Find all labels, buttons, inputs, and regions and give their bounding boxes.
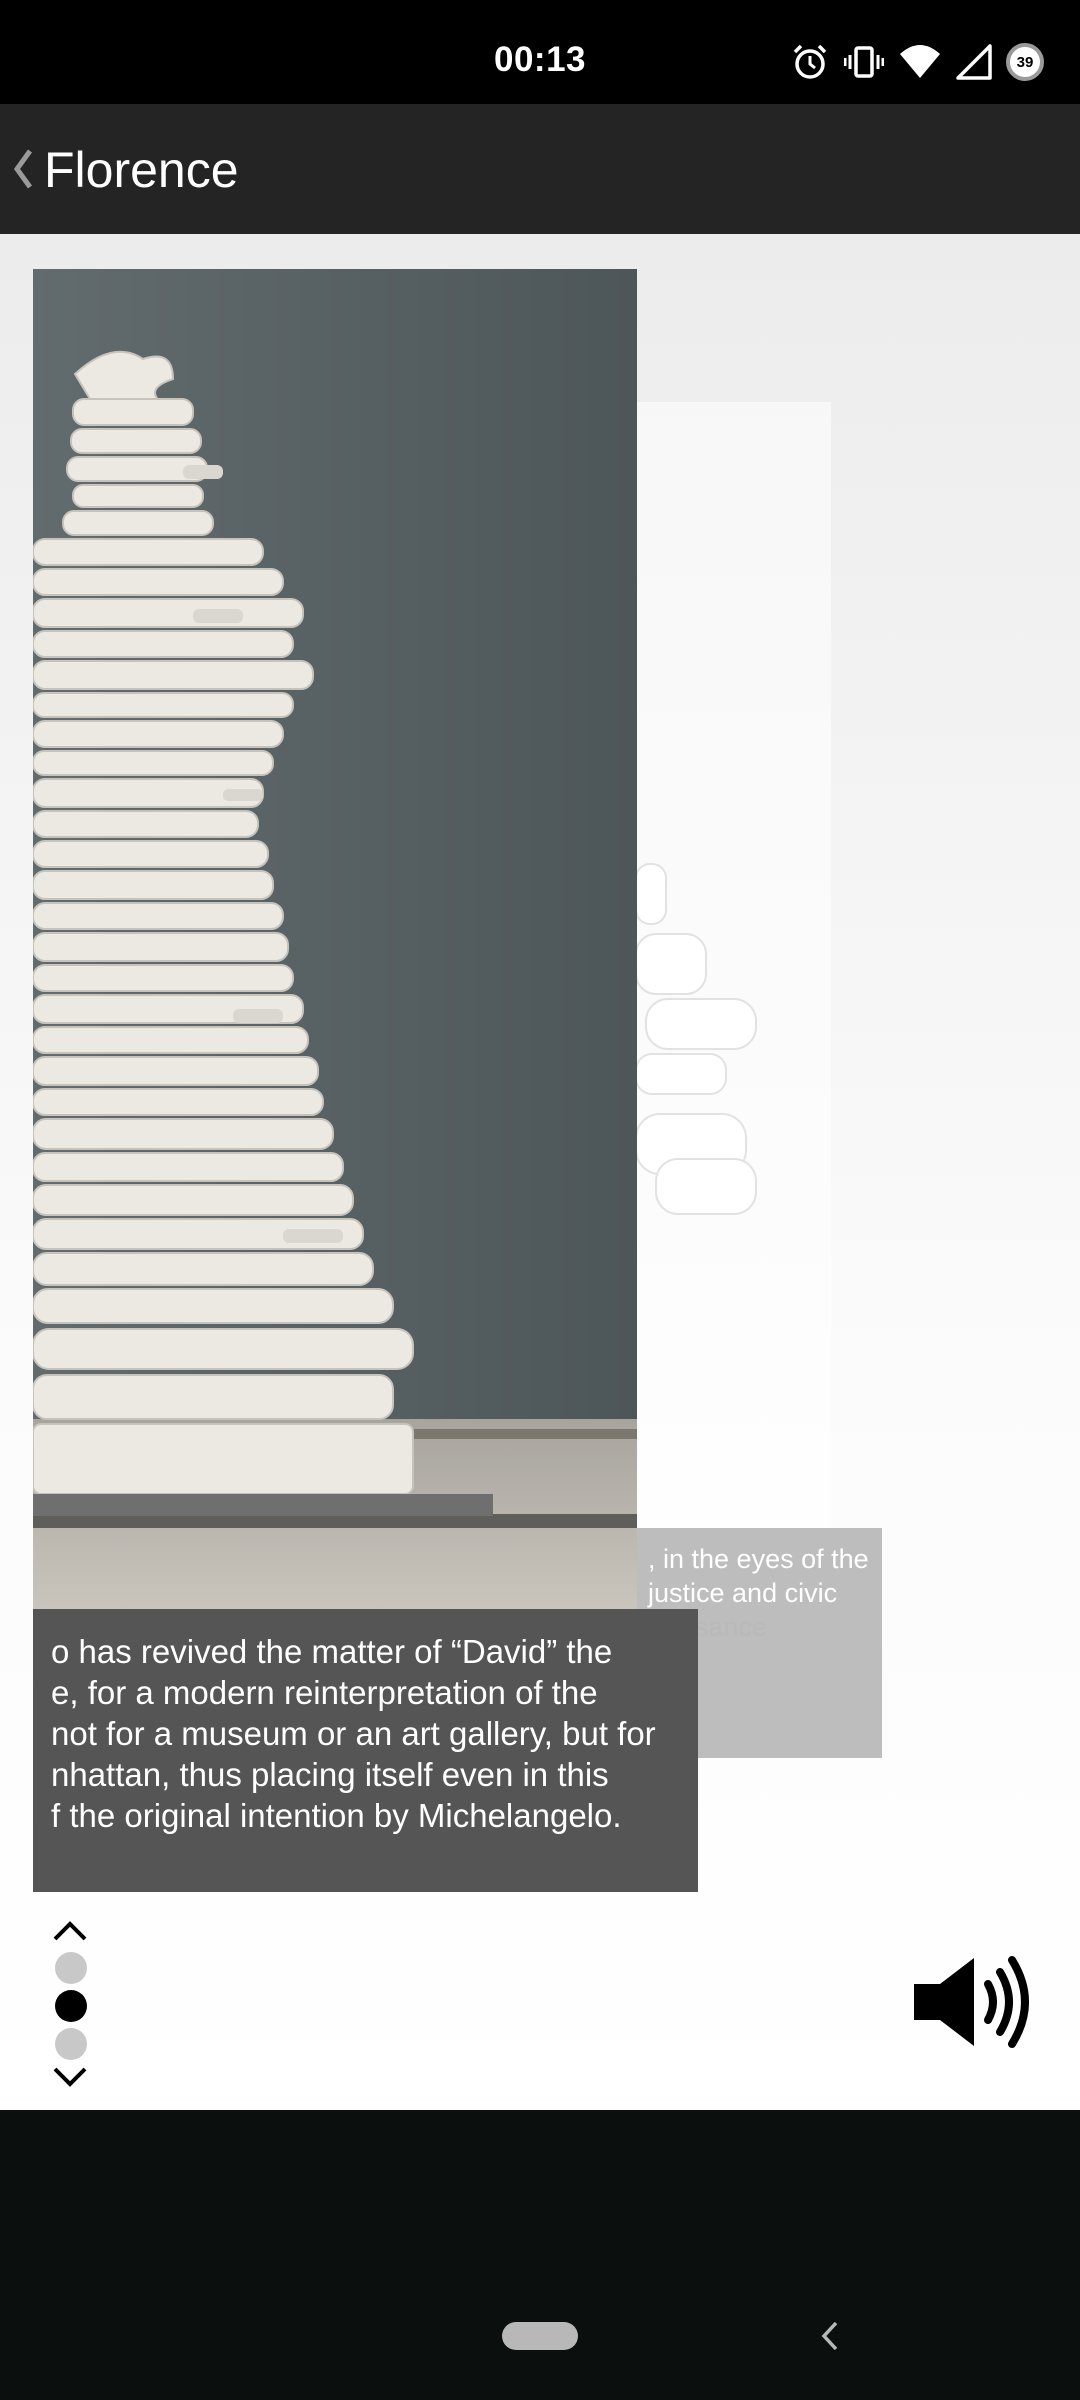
page-title[interactable]: Florence: [44, 141, 239, 199]
page-dot-3[interactable]: [55, 2028, 87, 2060]
speaker-icon[interactable]: [912, 1954, 1034, 2050]
battery-icon: 39: [1006, 43, 1044, 81]
sculpture-image: [33, 269, 637, 1609]
caption-line: e, for a modern reinterpretation of the: [51, 1674, 598, 1711]
caption-line: nhattan, thus placing itself even in thi…: [51, 1756, 609, 1793]
chevron-down-icon[interactable]: [52, 2066, 88, 2088]
caption-text: o has revived the matter of “David” the …: [33, 1631, 674, 1836]
alarm-icon: [790, 42, 830, 82]
chevron-up-icon[interactable]: [52, 1920, 88, 1942]
home-handle[interactable]: [502, 2322, 578, 2350]
status-icons: 39: [790, 38, 1044, 86]
next-caption-line: , in the eyes of the: [648, 1544, 869, 1574]
carousel-content[interactable]: , in the eyes of the justice and civic o…: [0, 234, 1080, 2110]
nav-back-icon[interactable]: [820, 2320, 840, 2352]
vibrate-icon: [844, 42, 884, 82]
app-bar: Florence: [0, 104, 1080, 234]
next-caption-line: justice and civic: [648, 1578, 838, 1608]
wifi-icon: [898, 42, 942, 82]
status-bar: 00:13 39: [0, 0, 1080, 104]
caption-line: f the original intention by Michelangelo…: [51, 1797, 622, 1834]
caption-line: o has revived the matter of “David” the: [51, 1633, 613, 1670]
next-card-sculpture: [636, 863, 757, 1215]
chevron-left-icon[interactable]: [12, 148, 34, 190]
caption-box[interactable]: o has revived the matter of “David” the …: [33, 1609, 698, 1892]
caption-line: not for a museum or an art gallery, but …: [51, 1715, 656, 1752]
page-indicator: [50, 1920, 92, 2090]
signal-icon: [956, 42, 992, 82]
page-dot-2[interactable]: [55, 1990, 87, 2022]
page-dot-1[interactable]: [55, 1952, 87, 1984]
system-nav-bar: [0, 2110, 1080, 2400]
